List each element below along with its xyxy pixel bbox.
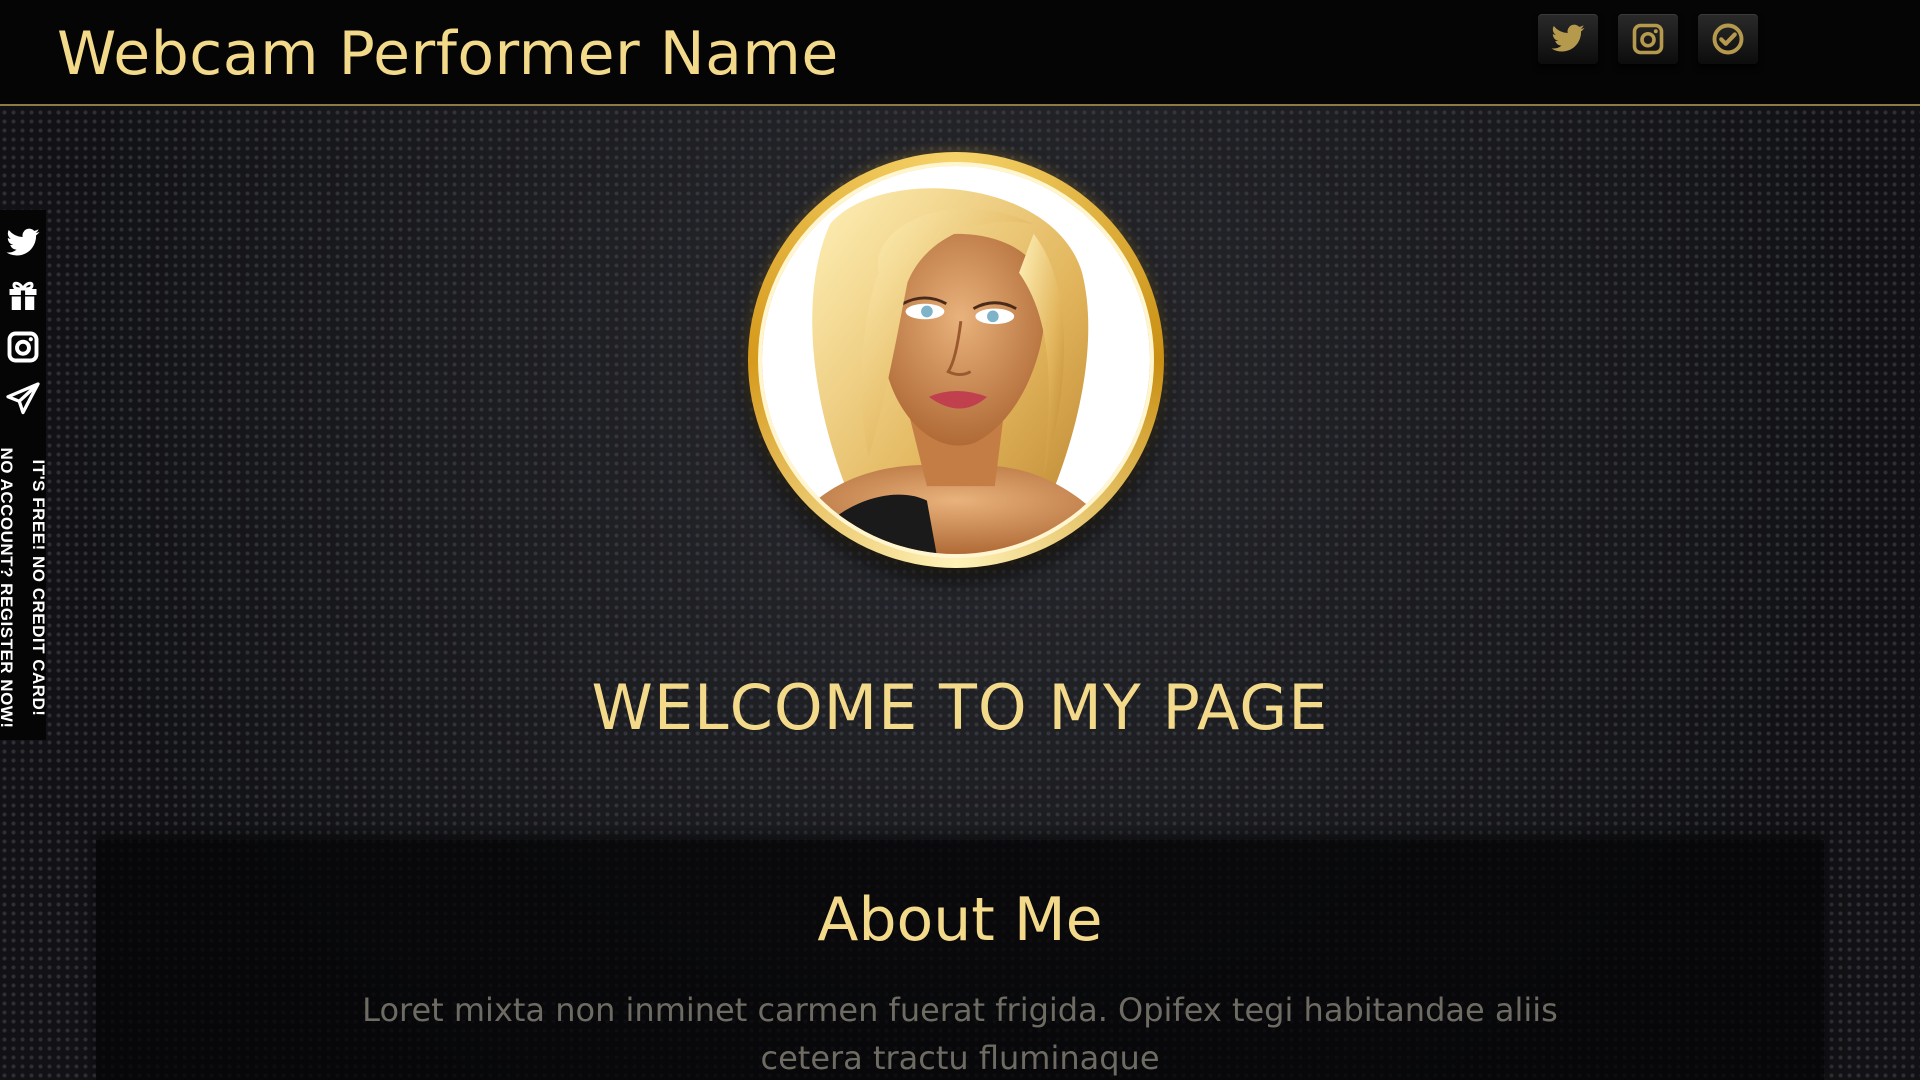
left-side-bar: NO ACCOUNT? REGISTER NOW! IT'S FREE! NO …: [0, 210, 48, 740]
side-social-icons: [0, 222, 46, 420]
profile-avatar: [748, 152, 1164, 568]
about-title: About Me: [817, 885, 1103, 955]
header-social-icons: [1538, 14, 1758, 64]
twitter-icon[interactable]: [3, 222, 43, 264]
top-header: Webcam Performer Name: [0, 0, 1920, 106]
instagram-icon[interactable]: [3, 326, 43, 368]
page: Webcam Performer Name NO ACCOUNT? REGIST…: [0, 0, 1920, 1080]
twitter-icon[interactable]: [1538, 14, 1598, 64]
about-body-text: Loret mixta non inminet carmen fuerat fr…: [362, 991, 1558, 1077]
verified-check-icon[interactable]: [1698, 14, 1758, 64]
site-title: Webcam Performer Name: [57, 19, 839, 89]
instagram-icon[interactable]: [1618, 14, 1678, 64]
gift-icon[interactable]: [3, 274, 43, 316]
send-icon[interactable]: [3, 378, 43, 420]
avatar-portrait: [758, 162, 1154, 558]
welcome-heading: WELCOME TO MY PAGE: [591, 671, 1329, 744]
about-section: About Me Loret mixta non inminet carmen …: [96, 840, 1824, 1080]
